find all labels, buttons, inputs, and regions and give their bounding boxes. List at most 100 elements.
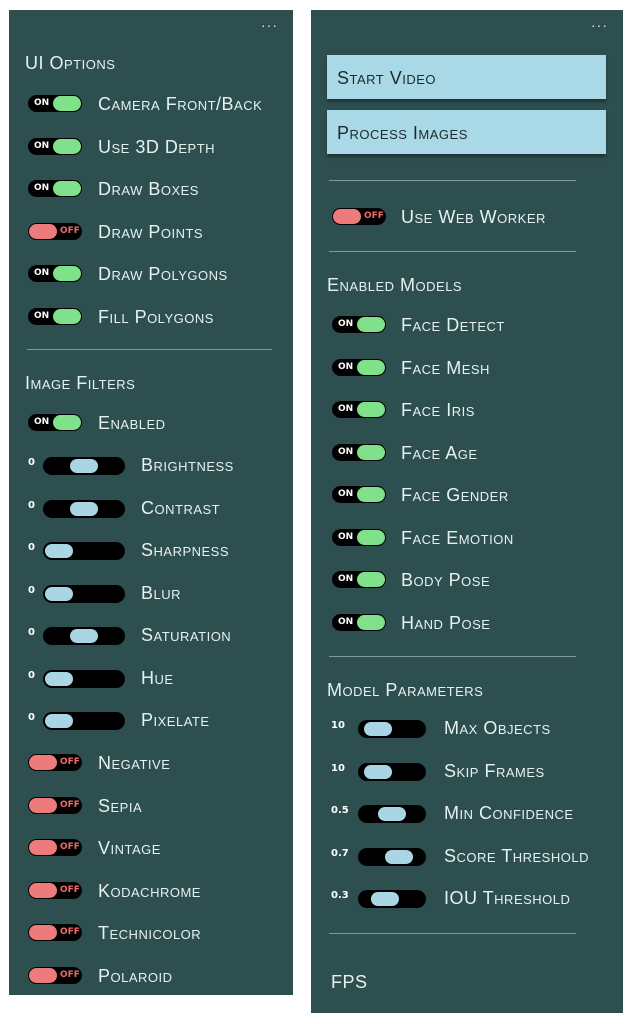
face-age-toggle[interactable]: ON: [332, 443, 386, 461]
slider-thumb[interactable]: [371, 892, 399, 906]
fill-polygons-toggle[interactable]: ON: [28, 308, 82, 325]
face-iris-toggle[interactable]: ON: [332, 401, 386, 418]
blur-slider[interactable]: [43, 584, 125, 603]
divider: [27, 349, 272, 350]
toggle-knob: [29, 968, 57, 983]
skip-frames-label: Skip Frames: [444, 760, 545, 781]
toggle-knob: [357, 359, 385, 375]
slider-thumb[interactable]: [378, 807, 406, 821]
toggle-state-text: ON: [338, 361, 354, 372]
toggle-state-text: ON: [338, 319, 354, 329]
left-panel: ··· UI Options ON Camera Front/Back ON Use …: [9, 10, 293, 995]
process-images-button[interactable]: Process Images: [327, 110, 606, 154]
toggle-state-text: ON: [338, 489, 354, 499]
hue-slider[interactable]: [43, 669, 125, 688]
face-detect-toggle[interactable]: ON: [332, 316, 386, 333]
sepia-label: Sepia: [98, 795, 143, 816]
contrast-slider[interactable]: [43, 499, 125, 518]
iou-threshold-slider[interactable]: [358, 890, 426, 908]
slider-thumb[interactable]: [70, 629, 98, 643]
right-panel: ··· Start Video Process Images OFF Use W…: [311, 10, 623, 1013]
toggle-knob: [357, 614, 385, 630]
ui-options-heading: UI Options: [25, 53, 116, 73]
body-pose-label: Body Pose: [401, 570, 491, 590]
draw-boxes-toggle[interactable]: ON: [28, 180, 82, 198]
toggle-knob: [333, 209, 361, 224]
toggle-state-text: ON: [338, 616, 354, 627]
negative-toggle[interactable]: OFF: [28, 754, 82, 771]
slider-thumb[interactable]: [45, 714, 73, 728]
ellipsis-icon[interactable]: ···: [591, 18, 608, 32]
ellipsis-icon[interactable]: ···: [261, 18, 278, 32]
technicolor-toggle[interactable]: OFF: [28, 924, 82, 942]
contrast-value: 0: [28, 499, 35, 511]
technicolor-label: Technicolor: [98, 923, 202, 944]
sharpness-slider[interactable]: [43, 542, 125, 560]
face-mesh-label: Face Mesh: [401, 357, 490, 378]
score-threshold-slider[interactable]: [358, 847, 426, 866]
enabled-toggle[interactable]: ON: [28, 414, 82, 431]
blur-label: Blur: [141, 582, 182, 603]
vintage-toggle[interactable]: OFF: [28, 839, 82, 857]
start-video-button[interactable]: Start Video: [327, 55, 606, 99]
camera-front-back-label: Camera Front/Back: [98, 94, 263, 114]
toggle-knob: [29, 223, 57, 239]
toggle-state-text: ON: [34, 140, 50, 151]
sepia-toggle[interactable]: OFF: [28, 796, 82, 814]
saturation-label: Saturation: [141, 625, 232, 645]
toggle-state-text: OFF: [60, 799, 80, 810]
face-age-label: Face Age: [401, 442, 478, 463]
slider-thumb[interactable]: [45, 671, 73, 686]
body-pose-toggle[interactable]: ON: [332, 571, 386, 588]
enabled-label: Enabled: [98, 413, 166, 433]
toggle-knob: [357, 317, 385, 332]
camera-front-back-toggle[interactable]: ON: [28, 95, 82, 112]
polaroid-toggle[interactable]: OFF: [28, 967, 82, 984]
face-mesh-toggle[interactable]: ON: [332, 358, 386, 376]
skip-frames-slider[interactable]: [358, 762, 426, 781]
max-objects-slider[interactable]: [358, 720, 426, 738]
slider-thumb[interactable]: [70, 459, 98, 473]
face-iris-label: Face Iris: [401, 400, 475, 420]
slider-thumb[interactable]: [385, 849, 413, 864]
image-filters-heading: Image Filters: [25, 373, 136, 393]
toggle-knob: [29, 755, 57, 770]
model-parameters-heading: Model Parameters: [327, 680, 484, 700]
slider-thumb[interactable]: [45, 544, 73, 558]
use-3d-depth-toggle[interactable]: ON: [28, 137, 82, 155]
enabled-models-heading: Enabled Models: [327, 275, 463, 295]
slider-thumb[interactable]: [364, 722, 392, 736]
toggle-state-text: OFF: [60, 225, 80, 236]
min-confidence-slider[interactable]: [358, 805, 426, 823]
draw-polygons-toggle[interactable]: ON: [28, 265, 82, 283]
slider-thumb[interactable]: [364, 764, 392, 779]
pixelate-value: 0: [28, 712, 35, 723]
divider: [329, 933, 576, 934]
draw-points-toggle[interactable]: OFF: [28, 222, 82, 240]
toggle-knob: [53, 181, 81, 197]
fps-label: FPS: [331, 972, 368, 992]
face-gender-toggle[interactable]: ON: [332, 486, 386, 503]
brightness-slider[interactable]: [43, 457, 125, 475]
pixelate-slider[interactable]: [43, 712, 125, 730]
kodachrome-toggle[interactable]: OFF: [28, 881, 82, 899]
draw-polygons-label: Draw Polygons: [98, 264, 228, 285]
toggle-state-text: ON: [338, 404, 354, 414]
toggle-knob: [357, 572, 385, 587]
toggle-state-text: ON: [34, 98, 50, 108]
web-worker-toggle[interactable]: OFF: [332, 208, 386, 225]
toggle-state-text: OFF: [364, 211, 384, 221]
toggle-knob: [357, 402, 385, 417]
saturation-slider[interactable]: [43, 627, 125, 645]
toggle-state-text: ON: [34, 183, 50, 194]
kodachrome-label: Kodachrome: [98, 880, 201, 901]
hand-pose-toggle[interactable]: ON: [332, 613, 386, 631]
toggle-state-text: OFF: [60, 757, 80, 767]
toggle-knob: [29, 925, 57, 941]
slider-thumb[interactable]: [45, 586, 73, 601]
face-emotion-toggle[interactable]: ON: [332, 528, 386, 546]
toggle-knob: [53, 309, 81, 324]
iou-threshold-value: 0.3: [331, 890, 349, 901]
slider-thumb[interactable]: [70, 501, 98, 516]
blur-value: 0: [28, 584, 35, 596]
